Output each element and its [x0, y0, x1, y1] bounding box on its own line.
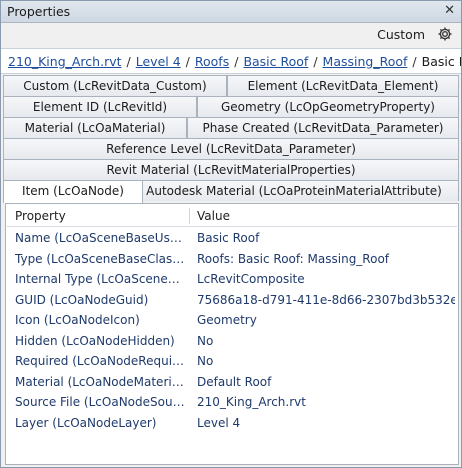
- breadcrumb-link-category[interactable]: Roofs: [195, 54, 229, 69]
- property-name: Icon (LcOaNodeIcon): [15, 313, 140, 327]
- tab-item[interactable]: Item (LcOaNode): [3, 180, 143, 203]
- breadcrumb-separator: /: [126, 54, 131, 69]
- property-name: Type (LcOaSceneBaseClassUserName): [15, 251, 187, 266]
- property-name: Required (LcOaNodeRequired): [15, 354, 187, 368]
- title-bar[interactable]: Properties ✕: [1, 1, 461, 23]
- property-value: No: [197, 354, 214, 368]
- toolbar: Custom: [1, 23, 461, 47]
- property-value: Level 4: [197, 415, 241, 430]
- grid-header: Property Value: [7, 205, 457, 227]
- property-name: Source File (LcOaNodeSourceFile): [15, 395, 187, 409]
- property-value: LcRevitComposite: [197, 272, 305, 286]
- breadcrumb-separator: /: [412, 54, 417, 69]
- breadcrumb-current: Basic Roof: [421, 54, 461, 69]
- column-header-value[interactable]: Value: [197, 209, 230, 223]
- property-name: Internal Type (LcOaSceneBaseClassName): [15, 272, 187, 286]
- property-value: Basic Roof: [197, 231, 260, 245]
- table-row[interactable]: Type (LcOaSceneBaseClassUserName) Roofs:…: [7, 249, 457, 269]
- tab-element[interactable]: Element (LcRevitData_Element): [227, 75, 459, 96]
- table-row[interactable]: Name (LcOaSceneBaseUserName) Basic Roof: [7, 228, 457, 248]
- window-title: Properties: [7, 4, 71, 19]
- property-value: No: [197, 333, 214, 348]
- table-row[interactable]: GUID (LcOaNodeGuid) 75686a18-d791-411e-8…: [7, 290, 457, 310]
- table-row[interactable]: Layer (LcOaNodeLayer) Level 4: [7, 413, 457, 433]
- table-row[interactable]: Icon (LcOaNodeIcon) Geometry: [7, 310, 457, 330]
- property-value: Default Roof: [197, 374, 272, 389]
- breadcrumb-link-family[interactable]: Basic Roof: [243, 54, 308, 69]
- table-row[interactable]: Hidden (LcOaNodeHidden) No: [7, 331, 457, 351]
- tab-autodesk-material[interactable]: Autodesk Material (LcOaProteinMaterialAt…: [129, 180, 459, 201]
- column-divider[interactable]: [189, 208, 190, 224]
- property-value: 210_King_Arch.rvt: [197, 395, 306, 409]
- tab-custom[interactable]: Custom (LcRevitData_Custom): [3, 75, 227, 96]
- gear-icon[interactable]: [437, 26, 453, 42]
- property-name: Layer (LcOaNodeLayer): [15, 415, 157, 430]
- column-header-property[interactable]: Property: [15, 209, 66, 223]
- breadcrumb-link-file[interactable]: 210_King_Arch.rvt: [8, 54, 122, 69]
- table-row[interactable]: Internal Type (LcOaSceneBaseClassName) L…: [7, 269, 457, 289]
- tab-phase-created[interactable]: Phase Created (LcRevitData_Parameter): [187, 117, 459, 138]
- tab-material[interactable]: Material (LcOaMaterial): [3, 117, 187, 138]
- tab-revit-material[interactable]: Revit Material (LcRevitMaterialPropertie…: [3, 159, 459, 180]
- property-grid: Property Value Name (LcOaSceneBaseUserNa…: [5, 203, 459, 465]
- breadcrumb-link-type[interactable]: Massing_Roof: [323, 54, 408, 69]
- breadcrumb-separator: /: [234, 54, 239, 69]
- table-row[interactable]: Source File (LcOaNodeSourceFile) 210_Kin…: [7, 392, 457, 412]
- property-name: GUID (LcOaNodeGuid): [15, 292, 149, 307]
- tab-geometry[interactable]: Geometry (LcOpGeometryProperty): [197, 96, 459, 117]
- property-value: Geometry: [197, 313, 257, 327]
- table-row[interactable]: Material (LcOaNodeMaterial) Default Roof: [7, 372, 457, 392]
- table-row[interactable]: Required (LcOaNodeRequired) No: [7, 351, 457, 371]
- property-value: Roofs: Basic Roof: Massing_Roof: [197, 251, 390, 266]
- breadcrumb-link-level[interactable]: Level 4: [136, 54, 181, 69]
- tab-element-id[interactable]: Element ID (LcRevitId): [3, 96, 197, 117]
- property-value: 75686a18-d791-411e-8d66-2307bd3b532e: [197, 292, 455, 307]
- breadcrumb-separator: /: [185, 54, 190, 69]
- breadcrumb: 210_King_Arch.rvt / Level 4 / Roofs / Basic Ro…: [1, 48, 461, 74]
- property-name: Name (LcOaSceneBaseUserName): [15, 231, 187, 245]
- tab-reference-level[interactable]: Reference Level (LcRevitData_Parameter): [3, 138, 459, 159]
- properties-panel: Properties ✕ Custom 210_King_Arch.rvt / Le…: [0, 0, 462, 468]
- breadcrumb-separator: /: [313, 54, 318, 69]
- close-icon[interactable]: ✕: [444, 3, 455, 19]
- property-name: Material (LcOaNodeMaterial): [15, 374, 187, 389]
- property-name: Hidden (LcOaNodeHidden): [15, 333, 175, 348]
- mode-dropdown[interactable]: Custom: [377, 27, 425, 42]
